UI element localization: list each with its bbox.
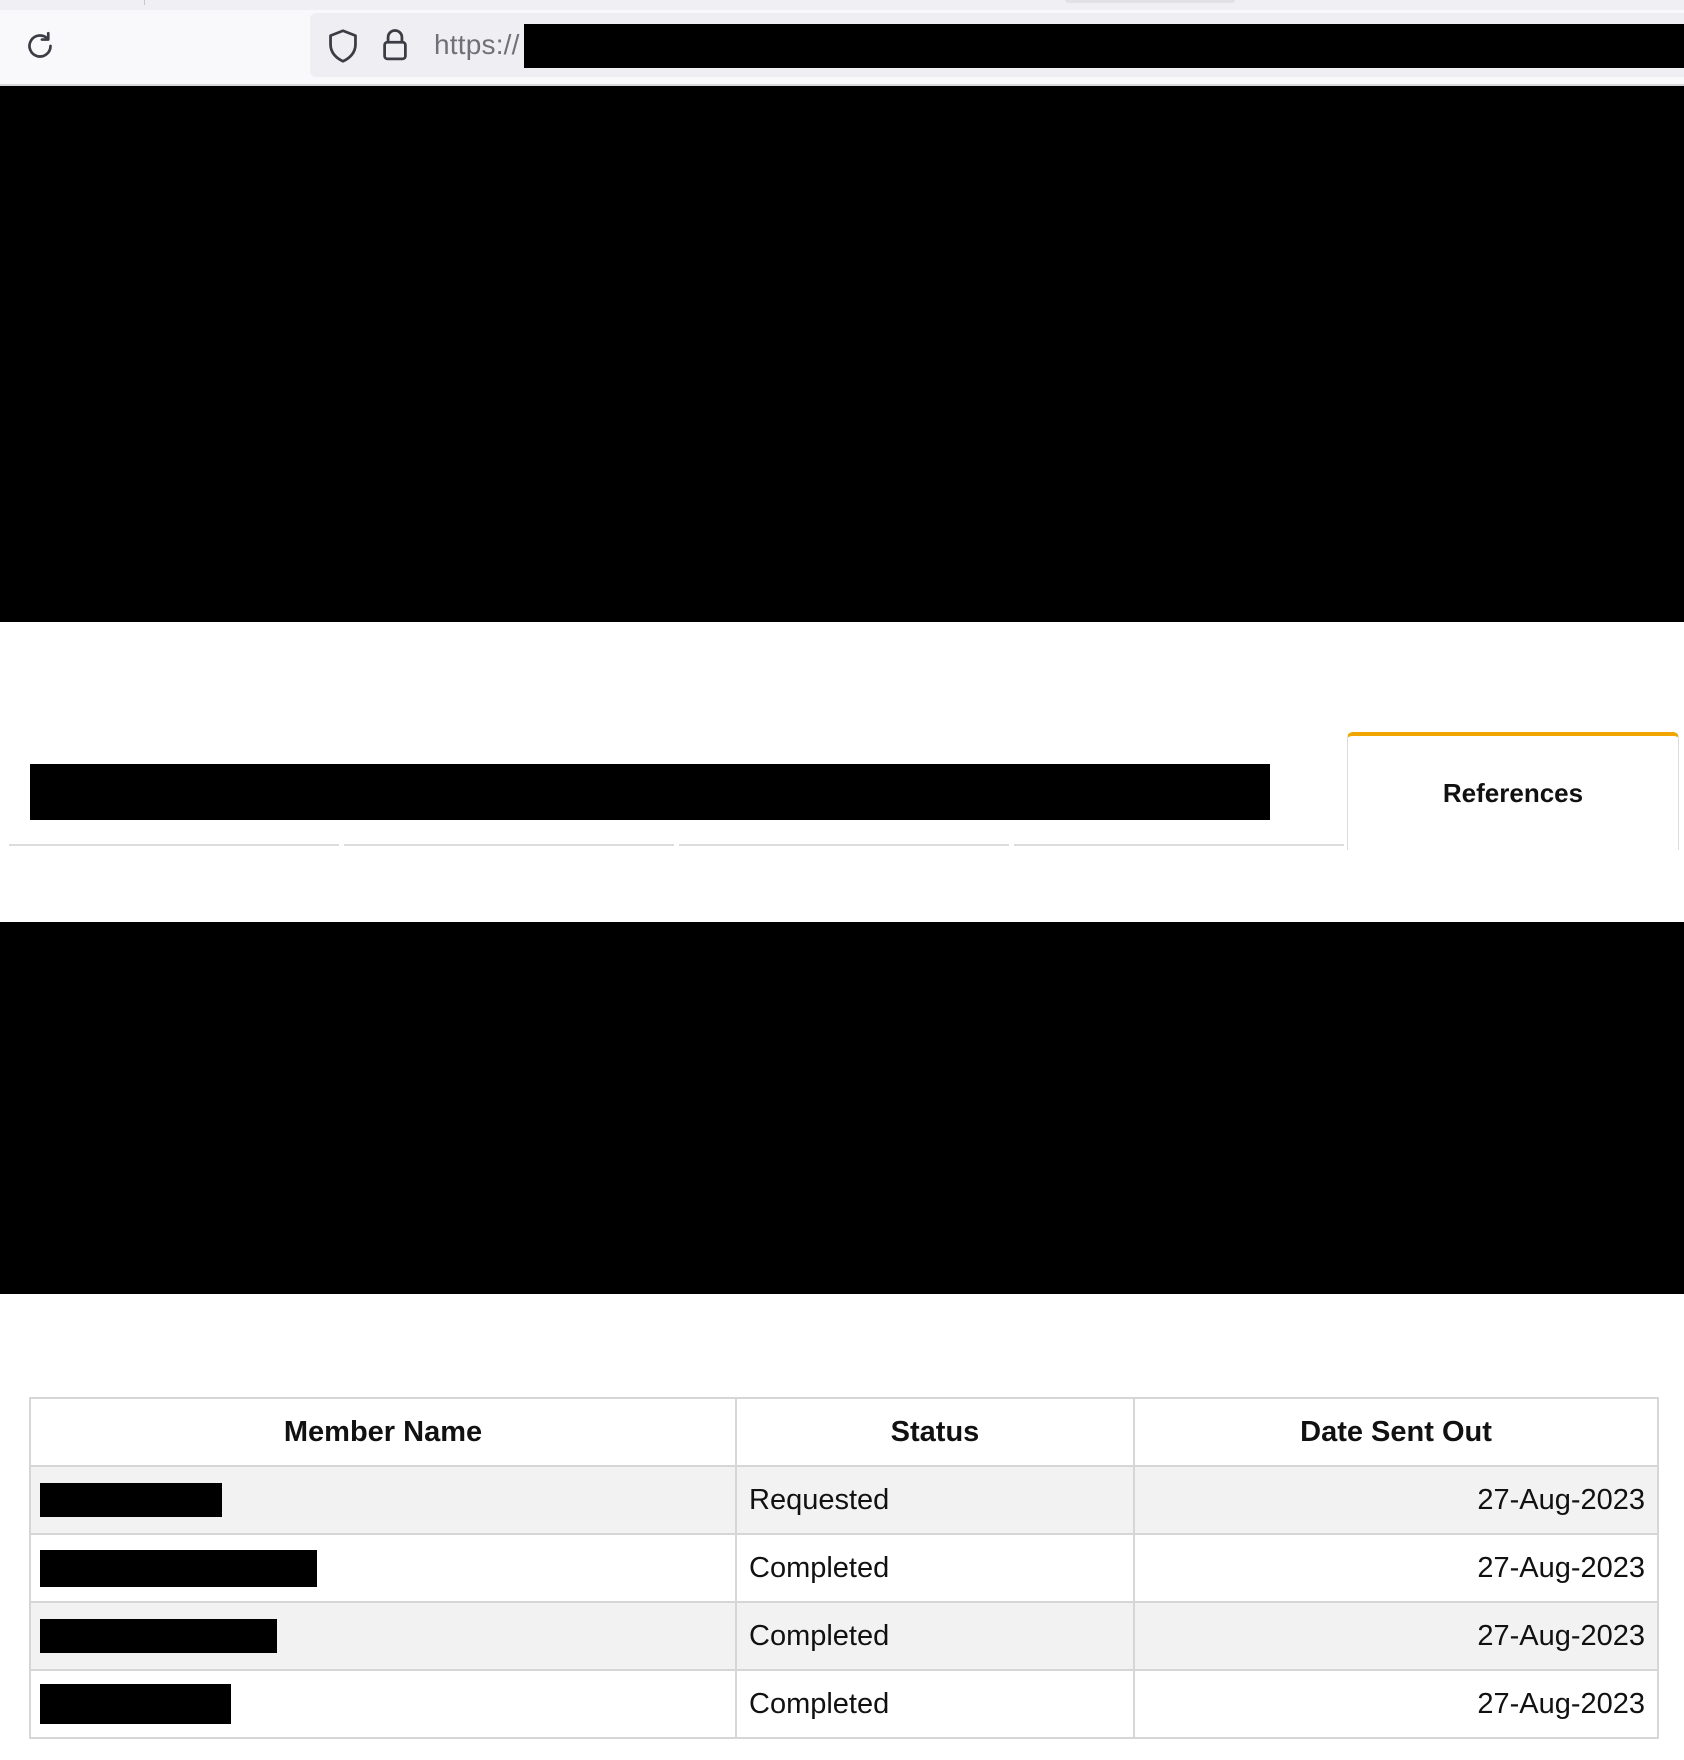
redacted-header-block [0,86,1684,622]
lock-icon[interactable] [380,27,410,63]
status-cell: Requested [735,1465,1135,1535]
status-cell: Completed [735,1533,1135,1603]
date-sent-out-cell: 27-Aug-2023 [1133,1601,1659,1671]
table-row[interactable]: Completed 27-Aug-2023 [29,1533,1659,1603]
url-redaction [524,24,1684,68]
member-name-cell [29,1601,737,1671]
redacted-member-name [40,1483,222,1517]
redacted-member-name [40,1549,317,1587]
date-sent-out-cell: 27-Aug-2023 [1133,1533,1659,1603]
tab-edge [1065,0,1235,3]
browser-tab-strip [0,0,1684,10]
redacted-member-name [40,1619,277,1653]
redacted-tabs [30,764,1270,820]
table-row[interactable]: Requested 27-Aug-2023 [29,1465,1659,1535]
member-name-cell [29,1669,737,1739]
tab-underline [9,844,339,846]
column-header-date-sent-out[interactable]: Date Sent Out [1133,1397,1659,1467]
page: { "browser": { "url_prefix": "https://",… [0,0,1684,1760]
redacted-content-block [0,922,1684,1294]
tab-underline [344,844,674,846]
member-name-cell [29,1465,737,1535]
table-header-row: Member Name Status Date Sent Out [29,1397,1659,1467]
shield-icon[interactable] [326,28,360,64]
references-table: Member Name Status Date Sent Out Request… [29,1397,1659,1739]
tab-references-label: References [1442,777,1584,808]
tab-bar: References [9,730,1679,850]
url-text[interactable]: https:// [434,29,520,61]
table-row[interactable]: Completed 27-Aug-2023 [29,1601,1659,1671]
status-cell: Completed [735,1601,1135,1671]
date-sent-out-cell: 27-Aug-2023 [1133,1465,1659,1535]
column-header-status[interactable]: Status [735,1397,1135,1467]
tab-separator [144,0,145,5]
member-name-cell [29,1533,737,1603]
tab-references[interactable]: References [1347,732,1679,850]
tab-underline [1014,844,1344,846]
address-bar[interactable]: https:// [310,13,1684,77]
table-row[interactable]: Completed 27-Aug-2023 [29,1669,1659,1739]
tab-underline [679,844,1009,846]
reload-icon[interactable] [22,28,58,64]
status-cell: Completed [735,1669,1135,1739]
browser-toolbar: https:// [0,10,1684,86]
column-header-member-name[interactable]: Member Name [29,1397,737,1467]
date-sent-out-cell: 27-Aug-2023 [1133,1669,1659,1739]
redacted-member-name [40,1684,231,1724]
